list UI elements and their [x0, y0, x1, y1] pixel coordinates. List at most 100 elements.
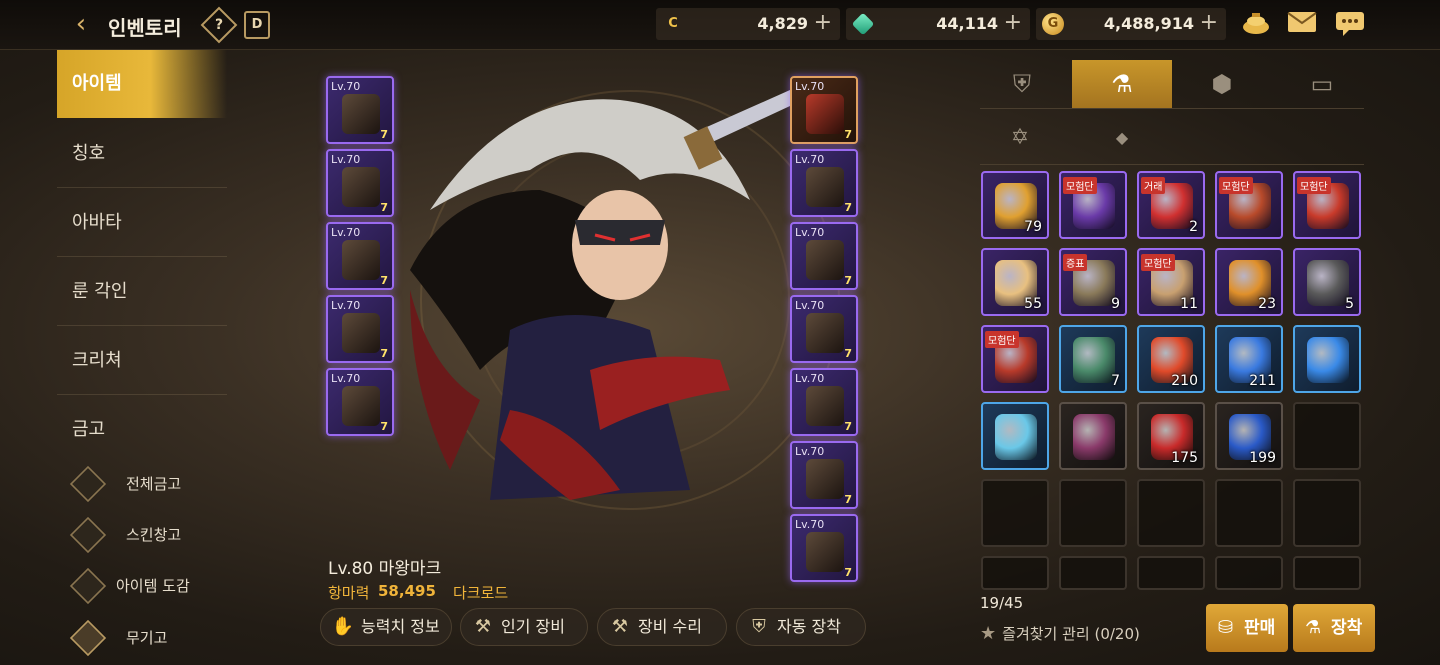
slot-level: Lv.70 — [331, 153, 361, 166]
mail-icon[interactable] — [1286, 11, 1318, 39]
material-tab-icon[interactable]: ⬢ — [1172, 60, 1272, 108]
power-value: 58,495 — [378, 582, 436, 600]
character-name: Lv.80 마왕마크 — [328, 559, 442, 579]
item-quantity: 7 — [1111, 373, 1120, 389]
calendar-icon[interactable]: D — [244, 11, 270, 39]
empty-slot[interactable] — [1215, 479, 1283, 547]
equip-slot-left-4[interactable]: Lv.70 7 — [326, 295, 394, 363]
inventory-item[interactable]: 175 — [1137, 402, 1205, 470]
back-arrow-icon[interactable]: ‹ — [64, 9, 98, 41]
popular-gear-button[interactable]: ⚒ 인기 장비 — [460, 608, 588, 646]
slot-level: Lv.70 — [795, 445, 825, 458]
equip-slot-right-5[interactable]: Lv.70 7 — [790, 368, 858, 436]
slot-count: 7 — [380, 201, 388, 214]
inventory-item[interactable]: 199 — [1215, 402, 1283, 470]
slot-count: 7 — [380, 274, 388, 287]
inventory-item[interactable]: 모험단 — [1215, 171, 1283, 239]
top-bar: ‹ 인벤토리 ? D C 4,829 + 44,114 + G 4,488,91… — [0, 0, 1440, 50]
character-class: 다크로드 — [453, 584, 509, 602]
menu-item-vault[interactable]: 금고 — [57, 396, 227, 464]
empty-slot[interactable] — [1059, 479, 1127, 547]
power-label: 항마력 — [328, 584, 370, 602]
empty-slot[interactable] — [1293, 402, 1361, 470]
inventory-count: 19/45 — [980, 594, 1024, 612]
slot-level: Lv.70 — [331, 80, 361, 93]
inventory-item[interactable] — [981, 402, 1049, 470]
coin-pouch-icon[interactable] — [1240, 11, 1272, 39]
item-tag: 모험단 — [1141, 254, 1175, 271]
empty-slot[interactable] — [981, 556, 1049, 590]
inventory-item[interactable]: 55 — [981, 248, 1049, 316]
inventory-item[interactable]: 210 — [1137, 325, 1205, 393]
sub-item-label: 무기고 — [126, 629, 168, 647]
item-quantity: 199 — [1249, 450, 1276, 466]
empty-slot[interactable] — [1215, 556, 1283, 590]
n-badge-icon[interactable]: ◆ — [1102, 120, 1142, 156]
menu-item-items[interactable]: 아이템 — [57, 50, 227, 118]
equip-slot-right-3[interactable]: Lv.70 7 — [790, 222, 858, 290]
slot-level: Lv.70 — [795, 518, 825, 531]
hexagram-icon[interactable]: ✡ — [1000, 120, 1040, 156]
empty-slot[interactable] — [1293, 479, 1361, 547]
equip-slot-left-3[interactable]: Lv.70 7 — [326, 222, 394, 290]
equip-slot-left-5[interactable]: Lv.70 7 — [326, 368, 394, 436]
equip-slot-weapon[interactable]: Lv.70 7 — [790, 76, 858, 144]
add-gem-button[interactable]: + — [1004, 10, 1022, 35]
sub-item-label: 아이템 도감 — [116, 577, 190, 595]
inventory-item[interactable] — [1059, 402, 1127, 470]
empty-slot[interactable] — [1137, 556, 1205, 590]
empty-slot[interactable] — [1059, 556, 1127, 590]
inventory-item[interactable]: 모험단 — [1293, 171, 1361, 239]
inventory-item[interactable] — [1293, 325, 1361, 393]
inventory-item[interactable]: 증표 9 — [1059, 248, 1127, 316]
inventory-item[interactable]: 5 — [1293, 248, 1361, 316]
inventory-item[interactable]: 모험단 11 — [1137, 248, 1205, 316]
equip-button[interactable]: ⚗ 장착 — [1293, 604, 1375, 652]
equip-slot-left-2[interactable]: Lv.70 7 — [326, 149, 394, 217]
consumable-tab-icon[interactable]: ⚗ — [1072, 60, 1172, 108]
equip-slot-right-4[interactable]: Lv.70 7 — [790, 295, 858, 363]
slot-level: Lv.70 — [331, 226, 361, 239]
sell-button[interactable]: ⛁ 판매 — [1206, 604, 1288, 652]
add-c-button[interactable]: + — [814, 10, 832, 35]
item-quantity: 210 — [1171, 373, 1198, 389]
tab-divider — [980, 108, 1364, 109]
boots-icon — [342, 386, 380, 426]
equipment-tab-icon[interactable]: ⛨ — [972, 60, 1072, 108]
inventory-item[interactable]: 거래 2 — [1137, 171, 1205, 239]
item-icon — [1307, 337, 1349, 383]
inventory-item[interactable]: 23 — [1215, 248, 1283, 316]
inventory-item[interactable]: 모험단 — [981, 325, 1049, 393]
magic-stone-icon — [806, 459, 844, 499]
empty-slot[interactable] — [1293, 556, 1361, 590]
inventory-item[interactable]: 79 — [981, 171, 1049, 239]
menu-item-titles[interactable]: 칭호 — [57, 120, 227, 188]
auto-equip-button[interactable]: ⛨ 자동 장착 — [736, 608, 866, 646]
empty-slot[interactable] — [1137, 479, 1205, 547]
equip-slot-right-6[interactable]: Lv.70 7 — [790, 441, 858, 509]
inventory-item[interactable]: 7 — [1059, 325, 1127, 393]
item-icon — [1307, 260, 1349, 306]
cards-tab-icon[interactable]: ▭ — [1272, 60, 1372, 108]
stats-info-button[interactable]: ✋ 능력치 정보 — [320, 608, 452, 646]
inventory-item[interactable]: 211 — [1215, 325, 1283, 393]
equip-slot-left-1[interactable]: Lv.70 7 — [326, 76, 394, 144]
slot-level: Lv.70 — [795, 80, 825, 93]
item-tag: 모험단 — [1063, 177, 1097, 194]
repair-button[interactable]: ⚒ 장비 수리 — [597, 608, 727, 646]
help-icon[interactable]: ? — [200, 6, 238, 44]
empty-slot[interactable] — [981, 479, 1049, 547]
inventory-item[interactable]: 모험단 — [1059, 171, 1127, 239]
add-gold-button[interactable]: + — [1200, 10, 1218, 35]
favorites-manage[interactable]: ★ 즐겨찾기 관리 (0/20) — [980, 623, 1140, 644]
chat-icon[interactable] — [1334, 11, 1366, 39]
menu-item-avatar[interactable]: 아바타 — [57, 189, 227, 257]
c-coin-icon: C — [668, 16, 678, 31]
equip-slot-right-7[interactable]: Lv.70 7 — [790, 514, 858, 582]
menu-item-rune[interactable]: 룬 각인 — [57, 258, 227, 326]
equip-slot-right-2[interactable]: Lv.70 7 — [790, 149, 858, 217]
weapon-icon — [806, 94, 844, 134]
star-icon: ★ — [980, 623, 997, 644]
slot-count: 7 — [844, 347, 852, 360]
menu-item-creature[interactable]: 크리쳐 — [57, 327, 227, 395]
